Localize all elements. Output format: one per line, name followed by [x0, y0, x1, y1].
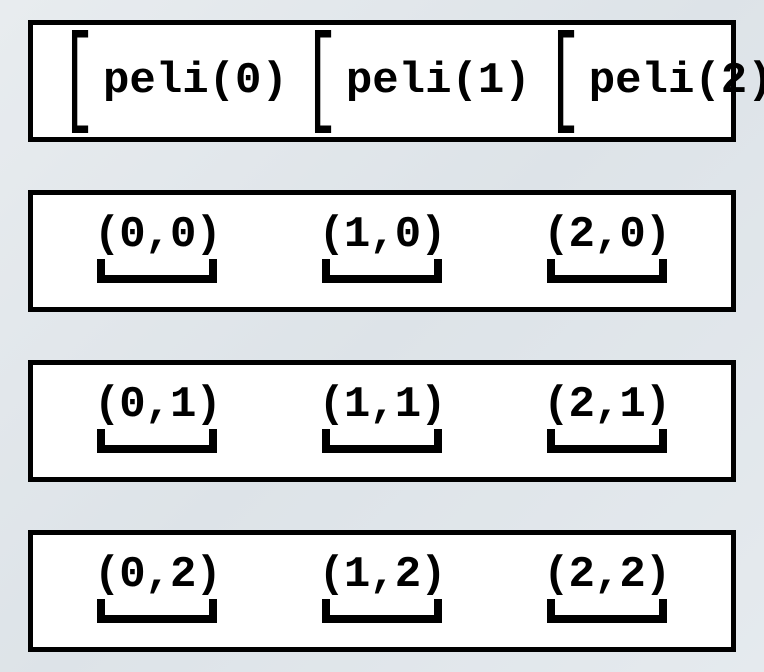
bracket-left-icon: [ [303, 43, 339, 120]
slot-bracket-icon [547, 599, 667, 623]
array-header-label: peli(1) [346, 56, 531, 106]
slot-bracket-icon [97, 599, 217, 623]
slot-bracket-icon [322, 429, 442, 453]
coord-label: (1,0) [318, 213, 445, 257]
coord-label: (1,2) [318, 553, 445, 597]
grid-cell: (2,2) [494, 553, 719, 623]
slot-bracket-icon [547, 259, 667, 283]
grid-row: (0,1) (1,1) (2,1) [28, 360, 736, 482]
grid-cell: (1,2) [270, 553, 495, 623]
array-header-row: [ peli(0) [ peli(1) [ peli(2) [28, 20, 736, 142]
array-header-cell: [ peli(0) [45, 43, 288, 120]
bracket-left-icon: [ [546, 43, 582, 120]
grid-cell: (0,2) [45, 553, 270, 623]
coord-label: (2,1) [543, 383, 670, 427]
grid-cell: (1,1) [270, 383, 495, 453]
coord-label: (1,1) [318, 383, 445, 427]
coord-label: (0,0) [94, 213, 221, 257]
coord-label: (0,1) [94, 383, 221, 427]
array-header-cell: [ peli(2) [531, 43, 764, 120]
array-header-label: peli(2) [589, 56, 764, 106]
grid-cell: (1,0) [270, 213, 495, 283]
grid-cell: (0,1) [45, 383, 270, 453]
grid-row: (0,0) (1,0) (2,0) [28, 190, 736, 312]
coord-label: (0,2) [94, 553, 221, 597]
grid-cell: (2,0) [494, 213, 719, 283]
grid-row: (0,2) (1,2) (2,2) [28, 530, 736, 652]
coord-label: (2,0) [543, 213, 670, 257]
bracket-left-icon: [ [60, 43, 96, 120]
slot-bracket-icon [97, 429, 217, 453]
slot-bracket-icon [322, 599, 442, 623]
coord-label: (2,2) [543, 553, 670, 597]
grid-cell: (2,1) [494, 383, 719, 453]
grid-cell: (0,0) [45, 213, 270, 283]
slot-bracket-icon [547, 429, 667, 453]
array-header-label: peli(0) [103, 56, 288, 106]
slot-bracket-icon [322, 259, 442, 283]
slot-bracket-icon [97, 259, 217, 283]
array-header-cell: [ peli(1) [288, 43, 531, 120]
